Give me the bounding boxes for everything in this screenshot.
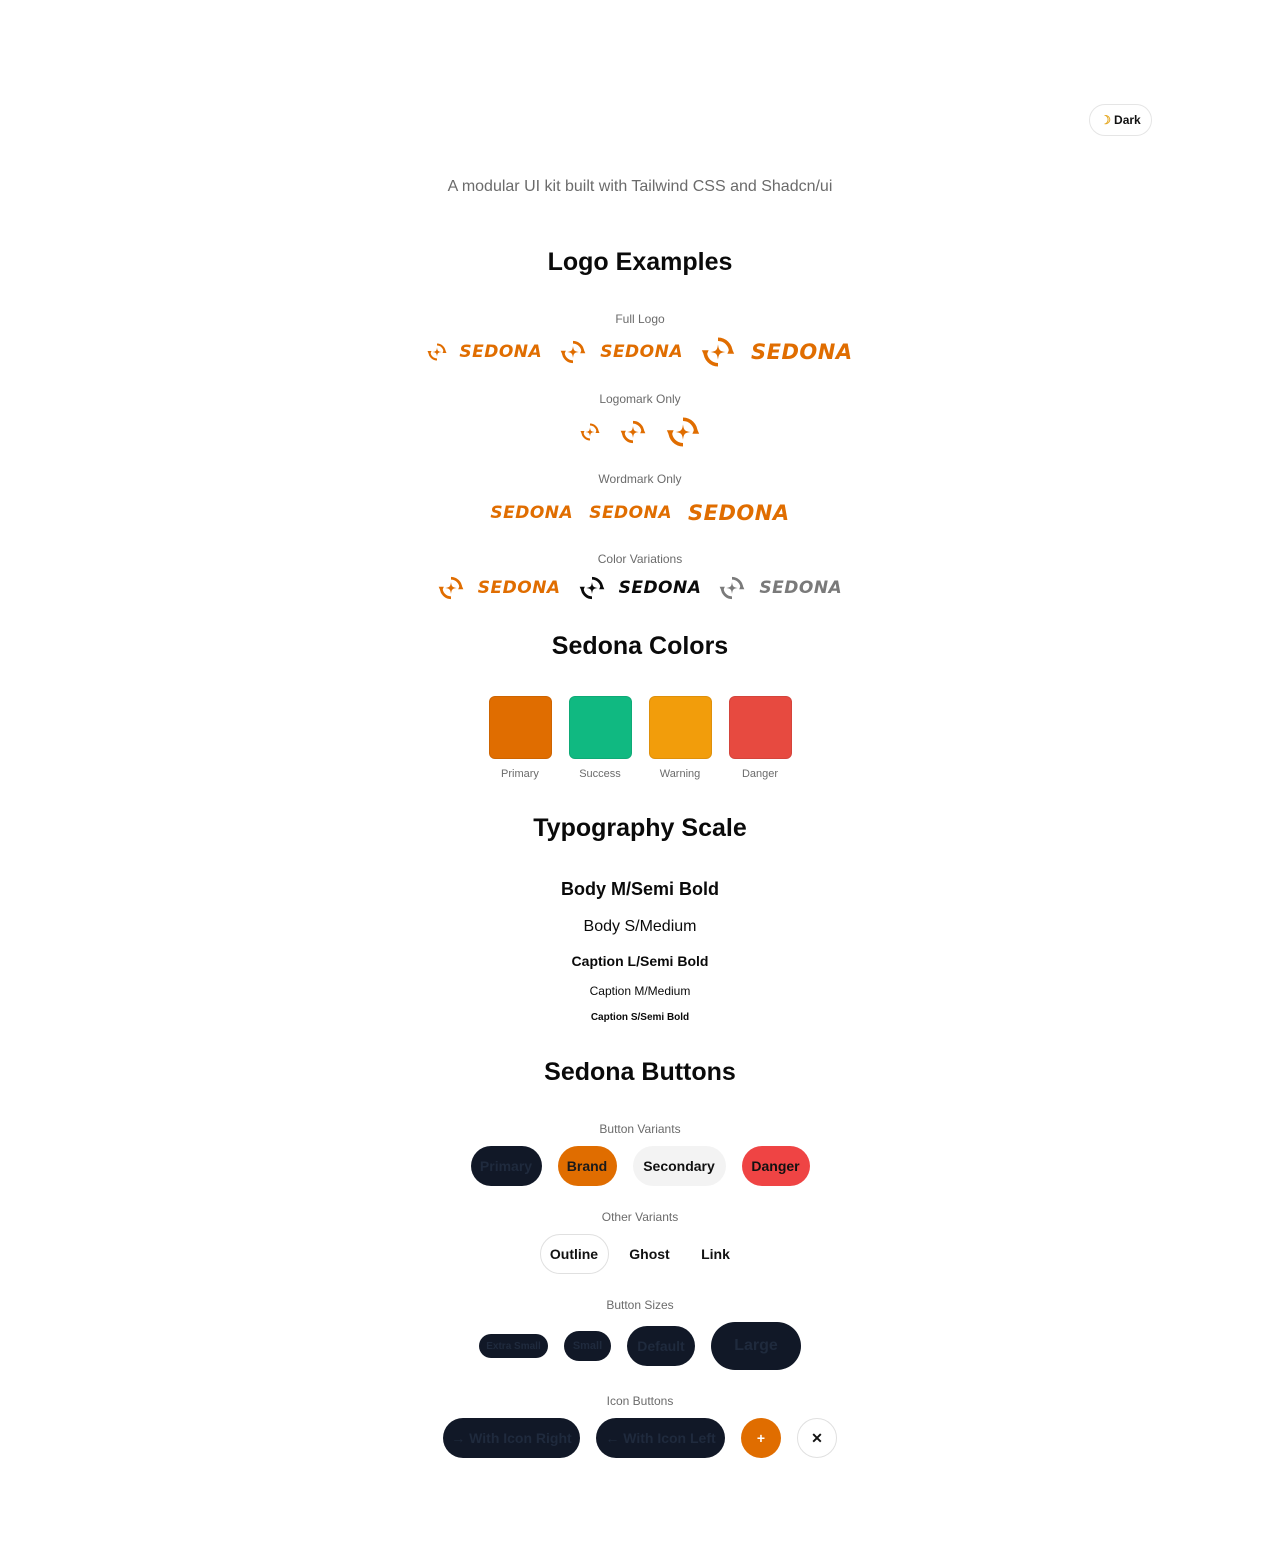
brand-button[interactable]: Brand xyxy=(557,1146,617,1186)
wordmark-large: SEDONA xyxy=(688,500,790,525)
logomark-label: Logomark Only xyxy=(599,392,681,406)
extra-small-button[interactable]: Extra Small xyxy=(479,1334,548,1358)
color-swatches-row: Primary Success Warning Danger xyxy=(0,696,1280,786)
full-logo-large: SEDONA xyxy=(701,335,853,369)
sedona-logomark-small-icon xyxy=(580,422,600,442)
icon-buttons-label: Icon Buttons xyxy=(606,1394,674,1408)
logo-section-title: Logo Examples xyxy=(547,248,733,276)
default-button[interactable]: Default xyxy=(627,1326,695,1366)
theme-toggle-button[interactable]: ☽ Dark xyxy=(1089,104,1152,136)
wordmark-row: SEDONA SEDONA SEDONA xyxy=(0,500,1280,526)
page-subtitle: A modular UI kit built with Tailwind CSS… xyxy=(447,178,833,195)
button-sizes-row: Extra Small Small Default Large xyxy=(0,1322,1280,1370)
button-variants-label: Button Variants xyxy=(599,1122,681,1136)
wordmark-medium: SEDONA xyxy=(589,502,673,523)
close-icon-button[interactable]: ✕ xyxy=(797,1418,837,1458)
plus-icon: + xyxy=(756,1430,766,1446)
close-icon: ✕ xyxy=(811,1429,823,1446)
other-variants-row: Outline Ghost Link xyxy=(0,1234,1280,1274)
large-button[interactable]: Large xyxy=(711,1322,801,1370)
sedona-logomark-icon xyxy=(560,339,586,365)
outline-button[interactable]: Outline xyxy=(539,1234,609,1274)
icon-left-button[interactable]: ← With Icon Left xyxy=(596,1418,725,1458)
full-logo-small: SEDONA xyxy=(427,342,542,362)
wordmark-text: SEDONA xyxy=(459,341,543,362)
swatch-warning: Warning xyxy=(648,696,712,780)
wordmark-text: SEDONA xyxy=(600,341,684,362)
swatch-primary: Primary xyxy=(488,696,552,780)
logo-variant-orange: SEDONA xyxy=(438,575,561,601)
sedona-logomark-icon xyxy=(438,575,464,601)
color-variations-row: SEDONA SEDONA SEDONA xyxy=(0,573,1280,603)
swatch-color xyxy=(648,696,712,759)
moon-icon: ☽ xyxy=(1100,113,1112,127)
primary-button[interactable]: Primary xyxy=(470,1146,542,1186)
secondary-button[interactable]: Secondary xyxy=(632,1146,726,1186)
typo-caption-s: Caption S/Semi Bold xyxy=(590,1012,690,1023)
logo-variant-gray: SEDONA xyxy=(719,575,842,601)
plus-icon-button[interactable]: + xyxy=(741,1418,781,1458)
wordmark-text: SEDONA xyxy=(477,577,561,598)
swatch-color xyxy=(568,696,632,759)
sedona-logomark-icon xyxy=(701,335,735,369)
typo-caption-m: Caption M/Medium xyxy=(589,984,691,998)
full-logo-label: Full Logo xyxy=(615,312,665,326)
wordmark-text: SEDONA xyxy=(751,339,853,364)
full-logo-medium: SEDONA xyxy=(560,339,683,365)
swatch-label: Primary xyxy=(501,768,539,780)
sedona-logomark-icon xyxy=(579,575,605,601)
swatch-label: Danger xyxy=(741,768,779,780)
sedona-logomark-icon xyxy=(719,575,745,601)
swatch-label: Warning xyxy=(659,768,701,780)
color-variations-label: Color Variations xyxy=(597,552,683,566)
theme-toggle-label: Dark xyxy=(1114,113,1141,127)
danger-button[interactable]: Danger xyxy=(741,1146,810,1186)
icon-right-button[interactable]: → With Icon Right xyxy=(443,1418,580,1458)
typography-section-title: Typography Scale xyxy=(533,814,747,842)
swatch-danger: Danger xyxy=(728,696,792,780)
sedona-logomark-large-icon xyxy=(666,415,700,449)
sedona-logomark-icon xyxy=(427,342,447,362)
link-button[interactable]: Link xyxy=(691,1234,741,1274)
swatch-label: Success xyxy=(579,768,621,780)
typo-body-s: Body S/Medium xyxy=(583,918,697,935)
logo-variant-black: SEDONA xyxy=(579,575,702,601)
other-variants-label: Other Variants xyxy=(601,1210,679,1224)
button-variants-row: Primary Brand Secondary Danger xyxy=(0,1146,1280,1186)
small-button[interactable]: Small xyxy=(564,1331,611,1361)
ghost-button[interactable]: Ghost xyxy=(619,1234,681,1274)
icon-buttons-row: → With Icon Right ← With Icon Left + ✕ xyxy=(0,1418,1280,1458)
typo-body-m: Body M/Semi Bold xyxy=(560,879,719,899)
typo-caption-l: Caption L/Semi Bold xyxy=(571,953,709,969)
wordmark-label: Wordmark Only xyxy=(598,472,682,486)
colors-section-title: Sedona Colors xyxy=(551,632,729,660)
sedona-logomark-medium-icon xyxy=(620,419,646,445)
wordmark-text: SEDONA xyxy=(759,577,843,598)
wordmark-text: SEDONA xyxy=(618,577,702,598)
swatch-color xyxy=(488,696,552,759)
button-sizes-label: Button Sizes xyxy=(606,1298,674,1312)
swatch-color xyxy=(728,696,792,759)
buttons-section-title: Sedona Buttons xyxy=(544,1058,736,1086)
logomark-row xyxy=(0,414,1280,450)
wordmark-small: SEDONA xyxy=(490,502,574,523)
full-logo-row: SEDONA SEDONA SEDONA xyxy=(0,334,1280,370)
swatch-success: Success xyxy=(568,696,632,780)
